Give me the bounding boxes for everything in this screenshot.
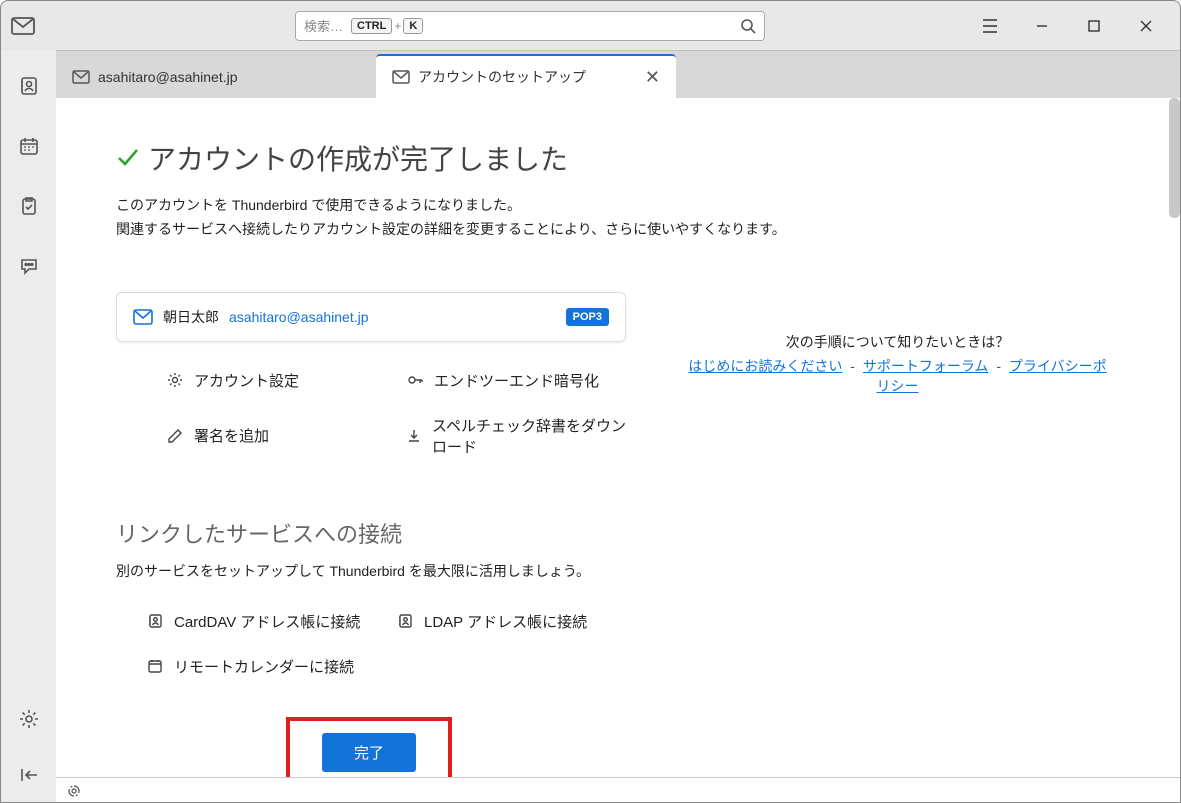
download-icon <box>406 428 422 444</box>
service-remote-calendar[interactable]: リモートカレンダーに接続 <box>146 656 376 677</box>
link-support-forum[interactable]: サポートフォーラム <box>863 358 989 374</box>
success-check-icon <box>116 148 140 168</box>
help-question: 次の手順について知りたいときは？ <box>686 332 1109 352</box>
address-book-icon <box>396 613 414 629</box>
minimize-icon[interactable] <box>1028 12 1056 40</box>
address-book-icon <box>146 613 164 629</box>
tasks-icon[interactable] <box>13 190 45 222</box>
scrollbar[interactable] <box>1169 98 1180 218</box>
address-book-icon[interactable] <box>13 70 45 102</box>
kbd-ctrl: CTRL <box>351 18 392 34</box>
tab-close-icon[interactable]: ✕ <box>645 67 660 88</box>
hamburger-menu-icon[interactable] <box>976 12 1004 40</box>
action-add-signature[interactable]: 署名を追加 <box>166 415 386 457</box>
action-download-dict[interactable]: スペルチェック辞書をダウンロード <box>406 415 626 457</box>
mail-icon <box>72 70 90 84</box>
maximize-icon[interactable] <box>1080 12 1108 40</box>
titlebar: 検索… CTRL + K <box>0 0 1181 50</box>
tab-setup[interactable]: アカウントのセットアップ ✕ <box>376 54 676 98</box>
window-controls <box>976 12 1172 40</box>
calendar-icon <box>146 658 164 674</box>
service-ldap[interactable]: LDAP アドレス帳に接続 <box>396 611 626 632</box>
tabstrip: asahitaro@asahinet.jp アカウントのセットアップ ✕ <box>56 50 1180 98</box>
content-area: アカウントの作成が完了しました このアカウントを Thunderbird で使用… <box>56 98 1169 777</box>
statusbar <box>56 777 1180 803</box>
key-icon <box>406 372 424 388</box>
settings-gear-icon[interactable] <box>13 703 45 735</box>
services-title: リンクしたサービスへの接続 <box>116 517 626 549</box>
service-carddav[interactable]: CardDAV アドレス帳に接続 <box>146 611 376 632</box>
tab-setup-label: アカウントのセットアップ <box>418 67 586 87</box>
action-account-settings[interactable]: アカウント設定 <box>166 370 386 391</box>
services-desc: 別のサービスをセットアップして Thunderbird を最大限に活用しましょう… <box>116 561 626 581</box>
gear-icon <box>166 372 184 388</box>
mail-app-icon <box>9 15 37 37</box>
search-input[interactable]: 検索… CTRL + K <box>295 11 765 41</box>
collapse-icon[interactable] <box>13 759 45 791</box>
account-display-name: 朝日太郎 <box>163 307 219 327</box>
account-card: 朝日太郎 asahitaro@asahinet.jp POP3 <box>116 292 626 342</box>
protocol-badge: POP3 <box>566 308 609 326</box>
search-icon[interactable] <box>740 18 756 34</box>
page-description: このアカウントを Thunderbird で使用できるようになりました。 関連す… <box>116 194 1109 242</box>
link-getting-started[interactable]: はじめにお読みください <box>688 358 842 374</box>
tab-account[interactable]: asahitaro@asahinet.jp <box>56 56 376 98</box>
account-email: asahitaro@asahinet.jp <box>229 309 369 325</box>
mail-icon <box>392 70 410 84</box>
search-placeholder: 検索… <box>304 16 343 35</box>
done-highlight: 完了 <box>286 717 452 777</box>
chat-icon[interactable] <box>13 250 45 282</box>
tab-account-label: asahitaro@asahinet.jp <box>98 69 238 85</box>
sync-icon[interactable] <box>66 783 82 799</box>
kbd-k: K <box>403 18 423 34</box>
kbd-plus: + <box>394 19 401 33</box>
sidebar <box>0 50 56 803</box>
mail-icon <box>133 309 153 325</box>
calendar-icon[interactable] <box>13 130 45 162</box>
done-button[interactable]: 完了 <box>322 733 416 772</box>
page-title: アカウントの作成が完了しました <box>148 138 568 178</box>
action-e2e-encryption[interactable]: エンドツーエンド暗号化 <box>406 370 626 391</box>
page-heading: アカウントの作成が完了しました <box>116 138 1109 178</box>
pencil-icon <box>166 428 184 444</box>
close-icon[interactable] <box>1132 12 1160 40</box>
help-links: 次の手順について知りたいときは？ はじめにお読みください - サポートフォーラム… <box>686 292 1109 396</box>
